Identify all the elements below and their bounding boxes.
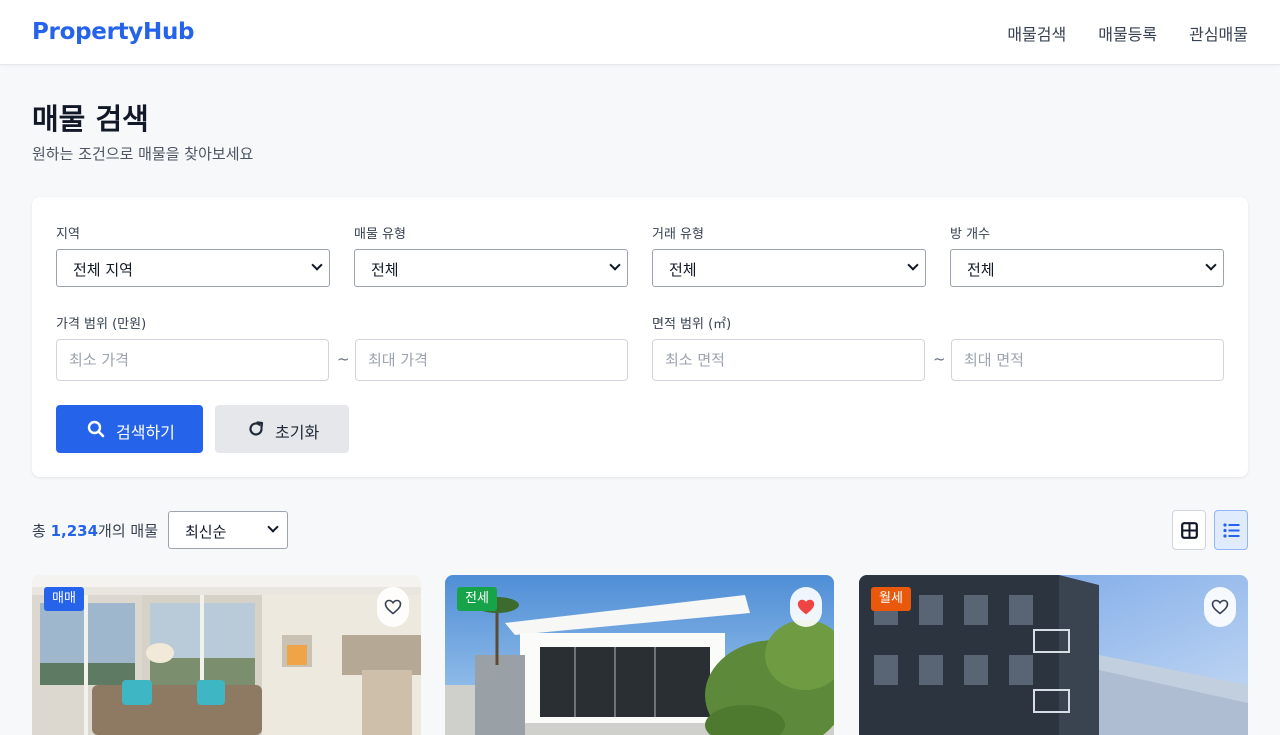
list-view-button[interactable] [1214, 510, 1248, 550]
listing-photo-apartment-building [859, 575, 1248, 735]
region-label: 지역 [56, 227, 80, 242]
nav-item-register[interactable]: 매물등록 [1098, 21, 1157, 45]
main-nav: 매물검색 매물등록 관심매물 [1007, 21, 1248, 45]
deal-type-select[interactable]: 전체 [652, 249, 926, 287]
listing-card[interactable]: 전세 [445, 575, 834, 735]
property-type-select[interactable]: 전체 [354, 249, 628, 287]
area-range-separator: ~ [933, 350, 946, 368]
grid-view-button[interactable] [1172, 510, 1206, 550]
heart-outline-icon [1211, 599, 1229, 615]
results-suffix: 개의 매물 [98, 522, 158, 540]
deal-type-label: 거래 유형 [652, 227, 704, 242]
property-type-select-value: 전체 [371, 261, 399, 279]
chevron-down-icon [1205, 259, 1217, 271]
min-price-input[interactable] [56, 339, 329, 381]
min-area-input[interactable] [652, 339, 925, 381]
search-filter-panel: 지역 전체 지역 매물 유형 전체 거래 유형 전체 방 개수 전체 가격 범위… [32, 197, 1248, 477]
favorite-button[interactable] [1204, 587, 1236, 627]
area-range-label: 면적 범위 (㎡) [652, 317, 732, 332]
reset-button-label: 초기화 [275, 423, 320, 442]
deal-type-select-value: 전체 [669, 261, 697, 279]
max-price-input[interactable] [355, 339, 628, 381]
listing-card[interactable]: 매매 [32, 575, 421, 735]
deal-type-badge: 전세 [457, 587, 497, 611]
reset-button[interactable]: 초기화 [215, 405, 349, 453]
price-range-label: 가격 범위 (만원) [56, 317, 147, 332]
sort-select[interactable]: 최신순 [168, 511, 288, 549]
max-area-input[interactable] [951, 339, 1224, 381]
deal-type-badge: 매매 [44, 587, 84, 611]
search-button-label: 검색하기 [116, 423, 175, 442]
chevron-down-icon [267, 521, 279, 533]
listing-photo-modern-villa [445, 575, 834, 735]
listing-photo-living-room [32, 575, 421, 735]
chevron-down-icon [311, 259, 323, 271]
listing-card[interactable]: 월세 [859, 575, 1248, 735]
nav-item-search[interactable]: 매물검색 [1007, 21, 1066, 45]
brand-logo[interactable]: PropertyHub [32, 19, 194, 45]
search-button[interactable]: 검색하기 [56, 405, 203, 453]
chevron-down-icon [907, 259, 919, 271]
price-range-separator: ~ [337, 350, 350, 368]
nav-item-favorites[interactable]: 관심매물 [1189, 21, 1248, 45]
chevron-down-icon [609, 259, 621, 271]
results-prefix: 총 [32, 522, 51, 540]
rooms-select[interactable]: 전체 [950, 249, 1224, 287]
grid-icon [1181, 522, 1198, 539]
region-select[interactable]: 전체 지역 [56, 249, 330, 287]
heart-outline-icon [384, 599, 402, 615]
top-navbar: PropertyHub 매물검색 매물등록 관심매물 [0, 0, 1280, 65]
rooms-label: 방 개수 [950, 227, 991, 242]
region-select-value: 전체 지역 [73, 261, 133, 279]
page-title: 매물 검색 [32, 102, 149, 136]
rooms-select-value: 전체 [967, 261, 995, 279]
refresh-icon [247, 420, 265, 442]
results-count-number: 1,234 [50, 522, 99, 540]
results-count: 총 1,234개의 매물 [32, 520, 158, 541]
page-subtitle: 원하는 조건으로 매물을 찾아보세요 [32, 145, 254, 163]
deal-type-badge: 월세 [871, 587, 911, 611]
favorite-button[interactable] [377, 587, 409, 627]
search-icon [87, 420, 105, 442]
heart-filled-icon [797, 599, 815, 615]
property-type-label: 매물 유형 [354, 227, 406, 242]
sort-select-value: 최신순 [185, 523, 227, 541]
list-icon [1223, 523, 1240, 538]
favorite-button[interactable] [790, 587, 822, 627]
